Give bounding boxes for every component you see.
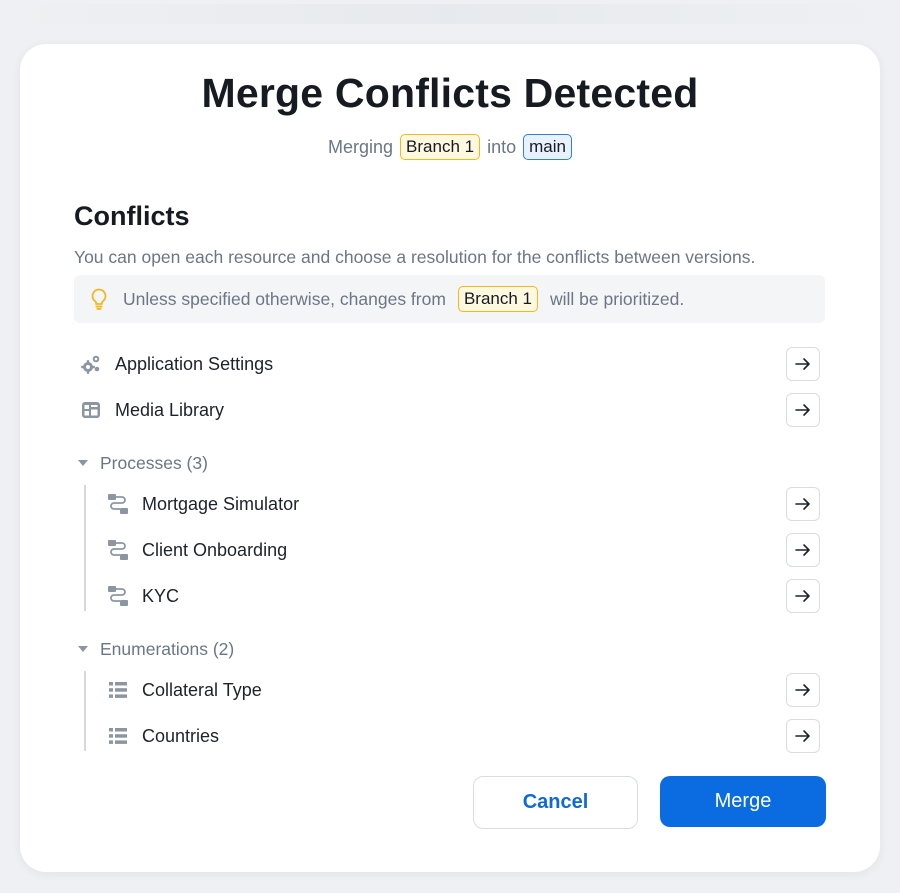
group-indent-line xyxy=(84,671,86,751)
subtitle-middle: into xyxy=(487,136,517,157)
info-suffix: will be prioritized. xyxy=(549,288,685,309)
priority-info-banner: Unless specified otherwise, changes from… xyxy=(74,275,825,323)
info-prefix: Unless specified otherwise, changes from xyxy=(123,288,446,309)
arrow-right-icon xyxy=(795,404,810,416)
resource-label: Application Settings xyxy=(115,353,274,374)
caret-down-icon xyxy=(78,458,88,468)
arrow-right-icon xyxy=(795,684,810,696)
resource-row-collateral-type[interactable]: Collateral Type xyxy=(107,672,262,708)
resource-row-media-library[interactable]: Media Library xyxy=(80,392,224,428)
background-blur xyxy=(0,4,900,24)
media-library-icon xyxy=(80,399,102,421)
resource-row-application-settings[interactable]: Application Settings xyxy=(80,346,273,382)
merge-subtitle: Merging Branch 1 into main xyxy=(20,134,880,160)
arrow-right-icon xyxy=(795,544,810,556)
open-application-settings-button[interactable] xyxy=(786,347,820,381)
resource-row-countries[interactable]: Countries xyxy=(107,718,219,754)
arrow-right-icon xyxy=(795,358,810,370)
open-mortgage-simulator-button[interactable] xyxy=(786,487,820,521)
merge-conflicts-dialog: Merge Conflicts Detected Merging Branch … xyxy=(20,44,880,872)
enumerations-group-toggle[interactable]: Enumerations (2) xyxy=(78,637,234,661)
resource-row-kyc[interactable]: KYC xyxy=(107,578,179,614)
resource-row-mortgage-simulator[interactable]: Mortgage Simulator xyxy=(107,486,299,522)
resource-label: KYC xyxy=(142,585,180,606)
merge-button[interactable]: Merge xyxy=(660,776,826,827)
resource-label: Countries xyxy=(142,725,220,746)
info-branch-chip: Branch 1 xyxy=(457,286,538,312)
lightbulb-icon xyxy=(88,287,110,311)
group-indent-line xyxy=(84,485,86,611)
source-branch-chip: Branch 1 xyxy=(400,134,481,160)
process-icon xyxy=(107,539,129,561)
dialog-title: Merge Conflicts Detected xyxy=(201,70,699,116)
resource-label: Mortgage Simulator xyxy=(142,493,300,514)
gears-icon xyxy=(80,353,102,375)
caret-down-icon xyxy=(78,644,88,654)
conflicts-heading: Conflicts xyxy=(74,201,190,231)
open-kyc-button[interactable] xyxy=(786,579,820,613)
resource-label: Media Library xyxy=(115,399,225,420)
arrow-right-icon xyxy=(795,590,810,602)
conflicts-description: You can open each resource and choose a … xyxy=(74,247,756,267)
open-countries-button[interactable] xyxy=(786,719,820,753)
group-label: Processes (3) xyxy=(100,452,208,473)
processes-group-toggle[interactable]: Processes (3) xyxy=(78,451,208,475)
open-collateral-type-button[interactable] xyxy=(786,673,820,707)
subtitle-prefix: Merging xyxy=(328,136,394,157)
resource-label: Collateral Type xyxy=(142,679,262,700)
arrow-right-icon xyxy=(795,498,810,510)
list-icon xyxy=(107,679,129,701)
target-branch-chip: main xyxy=(523,134,572,160)
cancel-button[interactable]: Cancel xyxy=(473,776,638,829)
arrow-right-icon xyxy=(795,730,810,742)
group-label: Enumerations (2) xyxy=(100,638,235,659)
open-media-library-button[interactable] xyxy=(786,393,820,427)
list-icon xyxy=(107,725,129,747)
open-client-onboarding-button[interactable] xyxy=(786,533,820,567)
resource-row-client-onboarding[interactable]: Client Onboarding xyxy=(107,532,287,568)
process-icon xyxy=(107,493,129,515)
process-icon xyxy=(107,585,129,607)
resource-label: Client Onboarding xyxy=(142,539,288,560)
